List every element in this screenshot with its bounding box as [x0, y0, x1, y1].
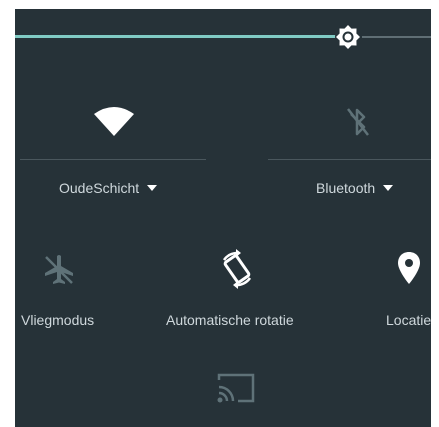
bluetooth-label[interactable]: Bluetooth [316, 179, 394, 197]
brightness-track-filled [15, 35, 342, 38]
wifi-divider [20, 159, 206, 160]
quick-settings-panel: OudeSchicht Bluetooth Vliegmodus Automat… [15, 9, 431, 427]
auto-rotate-icon [222, 249, 252, 289]
bluetooth-divider [268, 159, 431, 160]
auto-rotate-label: Automatische rotatie [166, 312, 294, 328]
location-label: Locatie [386, 312, 431, 328]
auto-rotate-tile[interactable]: Automatische rotatie [150, 245, 330, 335]
chevron-down-icon [147, 185, 158, 192]
brightness-thumb-icon[interactable] [334, 23, 362, 51]
bluetooth-tile[interactable]: Bluetooth [265, 95, 431, 205]
brightness-track-empty [362, 36, 431, 38]
location-tile[interactable]: Locatie [365, 245, 431, 335]
bluetooth-off-icon [347, 108, 369, 136]
wifi-icon [94, 107, 134, 136]
wifi-tile[interactable]: OudeSchicht [15, 95, 215, 205]
airplane-off-icon [45, 255, 73, 284]
chevron-down-icon [383, 185, 394, 192]
wifi-label[interactable]: OudeSchicht [59, 179, 158, 197]
wifi-network-name: OudeSchicht [59, 180, 140, 196]
location-pin-icon [398, 252, 420, 284]
cast-icon [217, 373, 255, 403]
cast-tile[interactable] [195, 365, 275, 425]
bluetooth-label-text: Bluetooth [316, 180, 376, 196]
airplane-mode-tile[interactable]: Vliegmodus [15, 245, 135, 335]
airplane-label: Vliegmodus [21, 312, 95, 328]
brightness-slider[interactable] [15, 9, 431, 65]
